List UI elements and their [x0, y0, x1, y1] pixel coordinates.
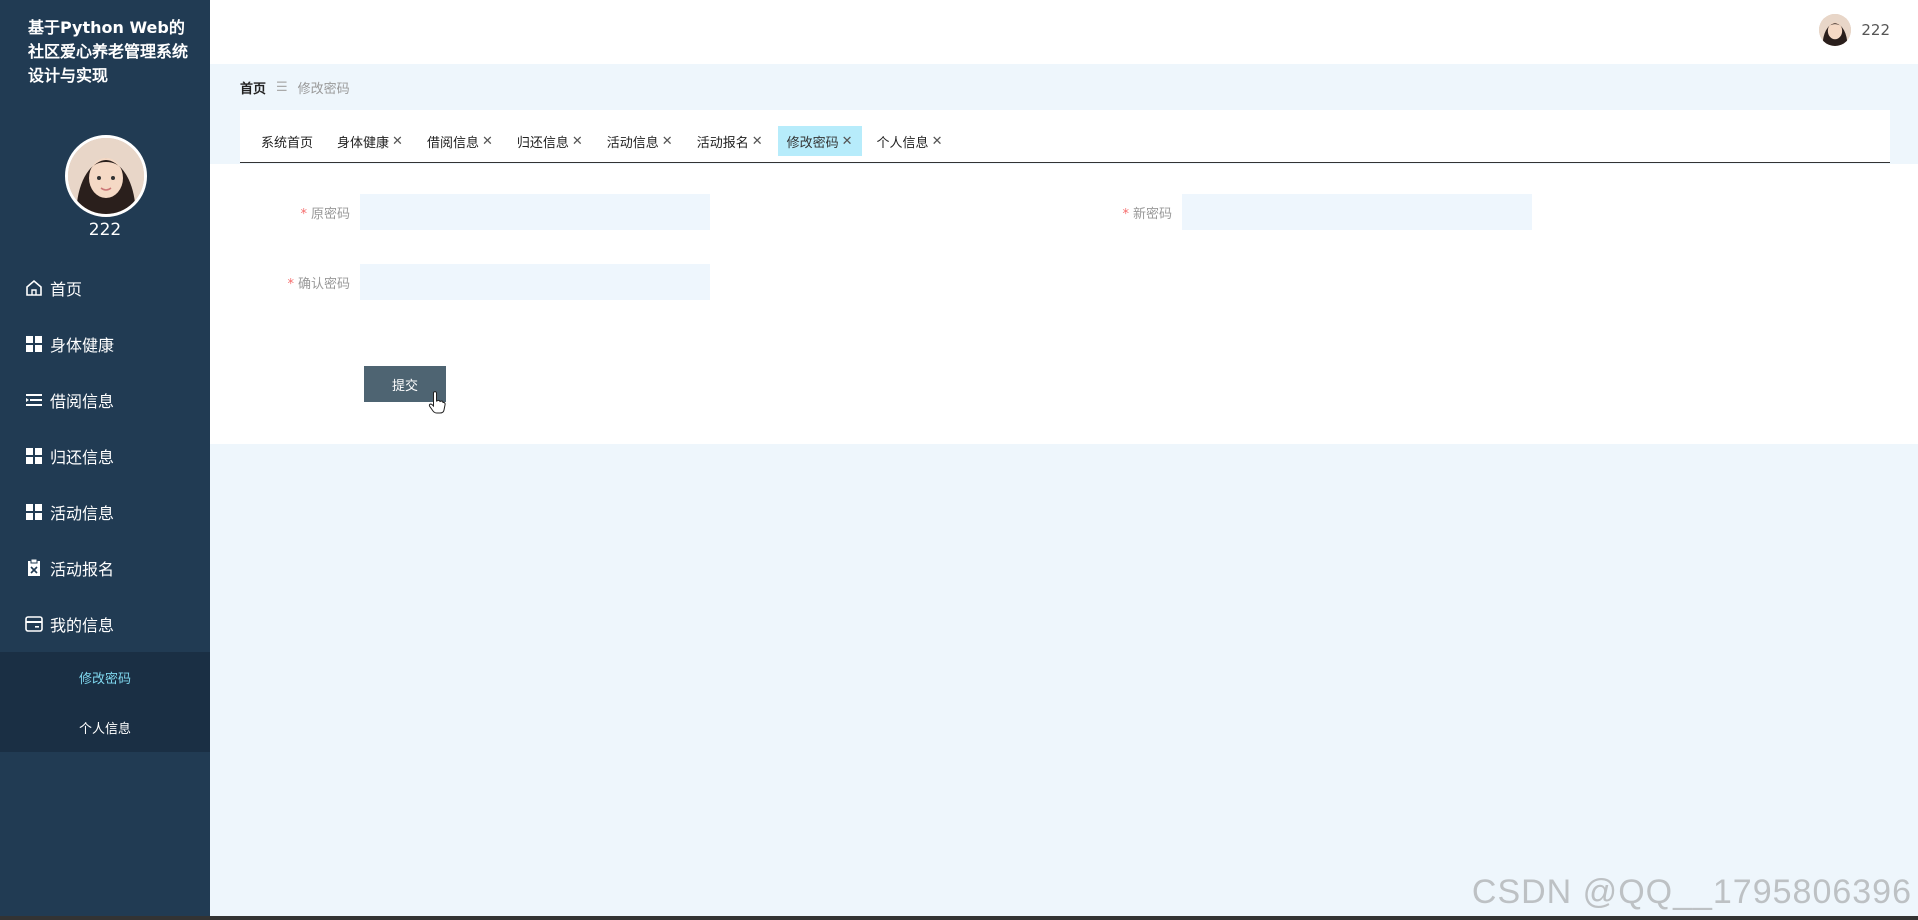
sidebar-item-return[interactable]: 归还信息 [0, 428, 210, 484]
tab-label: 归还信息 [516, 135, 569, 151]
header-user-menu[interactable]: 222 [1819, 14, 1890, 46]
avatar-photo [1819, 14, 1852, 46]
sidebar-subitem-change-password[interactable]: 修改密码 [0, 652, 210, 702]
grid-icon [24, 502, 44, 522]
breadcrumb-separator-icon: ☰ [276, 80, 288, 95]
breadcrumb: 首页 ☰ 修改密码 [240, 78, 350, 97]
required-mark: * [287, 276, 294, 292]
change-password-form: * 原密码 * 新密码 * 确认密码 提交 [210, 164, 1918, 444]
avatar[interactable] [65, 135, 147, 217]
hand-cursor-icon [428, 391, 446, 414]
tab-profile[interactable]: 个人信息 ✕ [868, 126, 952, 156]
sidebar-menu: 首页 身体健康 借阅信息 归还信息 活动信息 活动报名 我的信息 修改密码 个人… [0, 260, 210, 752]
tab-return[interactable]: 归还信息 ✕ [508, 126, 592, 156]
label-text: 原密码 [310, 206, 350, 222]
tab-label: 修改密码 [786, 135, 839, 151]
sidebar-item-my-info[interactable]: 我的信息 [0, 596, 210, 652]
tab-health[interactable]: 身体健康 ✕ [328, 126, 412, 156]
sidebar-item-label: 借阅信息 [50, 392, 115, 411]
required-mark: * [1122, 206, 1129, 222]
system-title: 基于Python Web的社区爱心养老管理系统设计与实现 [28, 18, 189, 85]
label-text: 确认密码 [297, 276, 350, 292]
close-icon[interactable]: ✕ [752, 134, 763, 149]
required-mark: * [300, 206, 307, 222]
close-icon[interactable]: ✕ [842, 134, 853, 149]
tab-borrow[interactable]: 借阅信息 ✕ [418, 126, 502, 156]
sidebar-item-label: 我的信息 [50, 616, 115, 635]
watermark: CSDN @QQ__1795806396 [1471, 873, 1912, 911]
tab-signup[interactable]: 活动报名 ✕ [688, 126, 772, 156]
old-password-input[interactable] [360, 194, 710, 230]
bottom-bar [0, 916, 1918, 920]
tab-label: 身体健康 [337, 135, 390, 151]
tab-label: 活动报名 [696, 135, 749, 151]
top-header: 222 [210, 0, 1918, 64]
old-password-label: * 原密码 [240, 203, 350, 222]
sidebar-item-activity[interactable]: 活动信息 [0, 484, 210, 540]
clipboard-icon [24, 558, 44, 578]
tabs-bar: 系统首页 身体健康 ✕ 借阅信息 ✕ 归还信息 ✕ 活动信息 ✕ 活动报名 ✕ … [240, 110, 1890, 163]
close-icon[interactable]: ✕ [932, 134, 943, 149]
card-icon [24, 614, 44, 634]
tab-change-password[interactable]: 修改密码 ✕ [777, 126, 862, 156]
sidebar-item-label: 身体健康 [50, 336, 115, 355]
breadcrumb-current: 修改密码 [297, 82, 350, 97]
confirm-password-label: * 确认密码 [240, 273, 350, 292]
tab-label: 系统首页 [261, 135, 314, 151]
sidebar-item-label: 活动信息 [50, 504, 115, 523]
sidebar-item-borrow[interactable]: 借阅信息 [0, 372, 210, 428]
tab-system-home[interactable]: 系统首页 [252, 126, 322, 156]
form-row-old-password: * 原密码 [240, 194, 710, 230]
tab-activity[interactable]: 活动信息 ✕ [598, 126, 682, 156]
grid-icon [24, 334, 44, 354]
close-icon[interactable]: ✕ [662, 134, 673, 149]
sidebar-item-label: 归还信息 [50, 448, 115, 467]
breadcrumb-home[interactable]: 首页 [240, 78, 266, 97]
sidebar: 基于Python Web的社区爱心养老管理系统设计与实现 222 首页 身体健康 [0, 0, 210, 920]
sidebar-submenu: 修改密码 个人信息 [0, 652, 210, 752]
sidebar-subitem-profile[interactable]: 个人信息 [0, 702, 210, 752]
header-username[interactable]: 222 [1861, 21, 1890, 39]
sidebar-username: 222 [88, 220, 122, 240]
avatar[interactable] [1819, 14, 1852, 46]
tabs: 系统首页 身体健康 ✕ 借阅信息 ✕ 归还信息 ✕ 活动信息 ✕ 活动报名 ✕ … [252, 126, 957, 156]
sidebar-item-label: 首页 [50, 280, 83, 299]
close-icon[interactable]: ✕ [572, 134, 583, 149]
form-row-new-password: * 新密码 [1062, 194, 1532, 230]
sidebar-item-label: 活动报名 [50, 560, 115, 579]
tab-label: 活动信息 [606, 135, 659, 151]
sidebar-item-health[interactable]: 身体健康 [0, 316, 210, 372]
close-icon[interactable]: ✕ [392, 134, 403, 149]
tab-label: 个人信息 [876, 135, 929, 151]
form-row-confirm-password: * 确认密码 [240, 264, 710, 300]
new-password-label: * 新密码 [1062, 203, 1172, 222]
avatar-photo [68, 138, 144, 214]
new-password-input[interactable] [1182, 194, 1532, 230]
tab-label: 借阅信息 [426, 135, 479, 151]
sidebar-item-home[interactable]: 首页 [0, 260, 210, 316]
home-icon [24, 278, 44, 298]
label-text: 新密码 [1132, 206, 1172, 222]
confirm-password-input[interactable] [360, 264, 710, 300]
list-icon [24, 390, 44, 410]
sidebar-item-signup[interactable]: 活动报名 [0, 540, 210, 596]
close-icon[interactable]: ✕ [482, 134, 493, 149]
grid-icon [24, 446, 44, 466]
